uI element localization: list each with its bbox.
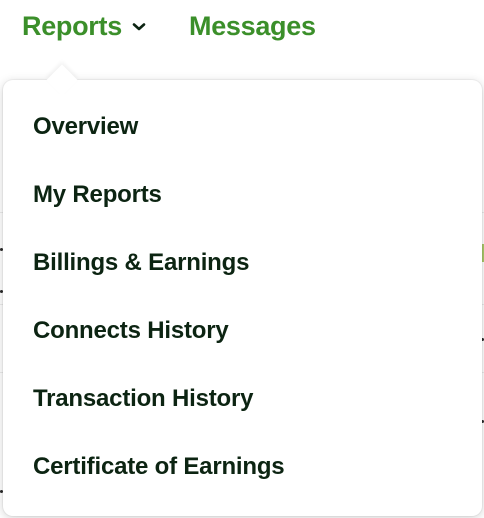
top-navigation: Reports Messages <box>0 0 484 56</box>
menu-item-transaction-history[interactable]: Transaction History <box>33 385 253 413</box>
menu-item-certificate-of-earnings[interactable]: Certificate of Earnings <box>33 453 285 481</box>
page: Reports Messages Overview My Reports Bil… <box>0 0 484 518</box>
menu-item-connects-history[interactable]: Connects History <box>33 317 229 345</box>
nav-messages[interactable]: Messages <box>189 11 316 42</box>
dropdown-caret <box>46 64 78 96</box>
nav-messages-label: Messages <box>189 11 316 41</box>
nav-reports-label: Reports <box>22 11 122 41</box>
menu-item-my-reports[interactable]: My Reports <box>33 181 162 209</box>
nav-reports[interactable]: Reports <box>22 11 146 42</box>
chevron-down-icon <box>132 22 146 32</box>
reports-dropdown-menu: Overview My Reports Billings & Earnings … <box>3 64 482 516</box>
menu-item-overview[interactable]: Overview <box>33 113 138 141</box>
menu-item-billings-earnings[interactable]: Billings & Earnings <box>33 249 249 277</box>
